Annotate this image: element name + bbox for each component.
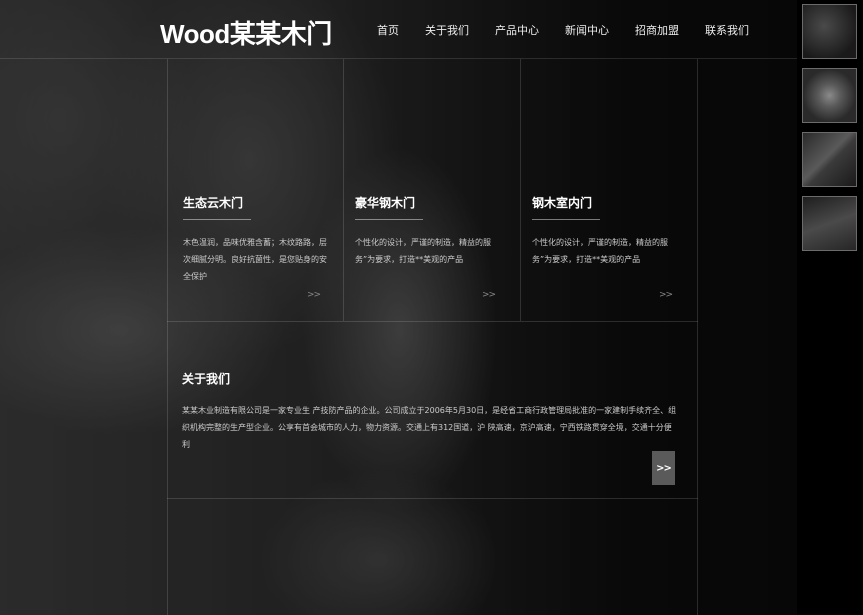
- about-title: 关于我们: [182, 372, 231, 386]
- nav-item-products[interactable]: 产品中心: [495, 22, 539, 38]
- product-desc: 个性化的设计，严谨的制造，精益的服务”为要求，打造**美观的产品: [532, 238, 668, 264]
- grid-line-h1: [167, 321, 698, 322]
- title-divider: [355, 219, 423, 220]
- about-text: 某某木业制造有限公司是一家专业生 产技防产品的企业。公司成立于2006年5月30…: [182, 406, 677, 449]
- nav-item-home[interactable]: 首页: [377, 22, 399, 38]
- site-logo[interactable]: Wood某某木门: [160, 14, 332, 51]
- grid-line-mid1: [343, 59, 344, 321]
- thumbnail-2[interactable]: [802, 68, 857, 123]
- product-card-eco-door[interactable]: 生态云木门 木色温润，品味优雅含蓄；木纹路路，层次细腻分明。良好抗菌性，是您贴身…: [183, 194, 333, 304]
- nav-item-news[interactable]: 新闻中心: [565, 22, 609, 38]
- grid-line-h2: [167, 498, 698, 499]
- nav-item-about[interactable]: 关于我们: [425, 22, 469, 38]
- nav-item-contact[interactable]: 联系我们: [705, 22, 749, 38]
- thumbnail-1[interactable]: [802, 4, 857, 59]
- product-title: 生态云木门: [183, 196, 244, 210]
- product-card-luxury-steel-door[interactable]: 豪华钢木门 个性化的设计，严谨的制造，精益的服务”为要求，打造**美观的产品 >…: [355, 194, 505, 304]
- product-title: 豪华钢木门: [355, 196, 416, 210]
- main-nav: 首页 关于我们 产品中心 新闻中心 招商加盟 联系我们: [377, 22, 775, 38]
- thumbnail-3[interactable]: [802, 132, 857, 187]
- grid-line-mid2: [520, 59, 521, 321]
- thumbnail-4[interactable]: [802, 196, 857, 251]
- product-title: 钢木室内门: [532, 196, 593, 210]
- product-desc: 木色温润，品味优雅含蓄；木纹路路，层次细腻分明。良好抗菌性，是您贴身的安全保护: [183, 238, 327, 281]
- more-link[interactable]: >>: [659, 290, 673, 300]
- title-divider: [532, 219, 600, 220]
- product-card-interior-door[interactable]: 钢木室内门 个性化的设计，严谨的制造，精益的服务”为要求，打造**美观的产品 >…: [532, 194, 682, 304]
- more-link[interactable]: >>: [307, 290, 321, 300]
- product-desc: 个性化的设计，严谨的制造，精益的服务”为要求，打造**美观的产品: [355, 238, 491, 264]
- more-link[interactable]: >>: [482, 290, 496, 300]
- thumbnail-strip: [797, 0, 863, 615]
- grid-line-right: [697, 59, 698, 615]
- site-header: Wood某某木门 首页 关于我们 产品中心 新闻中心 招商加盟 联系我们: [0, 0, 797, 59]
- background-overlay: [0, 0, 797, 615]
- nav-item-franchise[interactable]: 招商加盟: [635, 22, 679, 38]
- grid-line-left: [167, 59, 168, 615]
- title-divider: [183, 219, 251, 220]
- about-more-button[interactable]: >>: [652, 451, 675, 485]
